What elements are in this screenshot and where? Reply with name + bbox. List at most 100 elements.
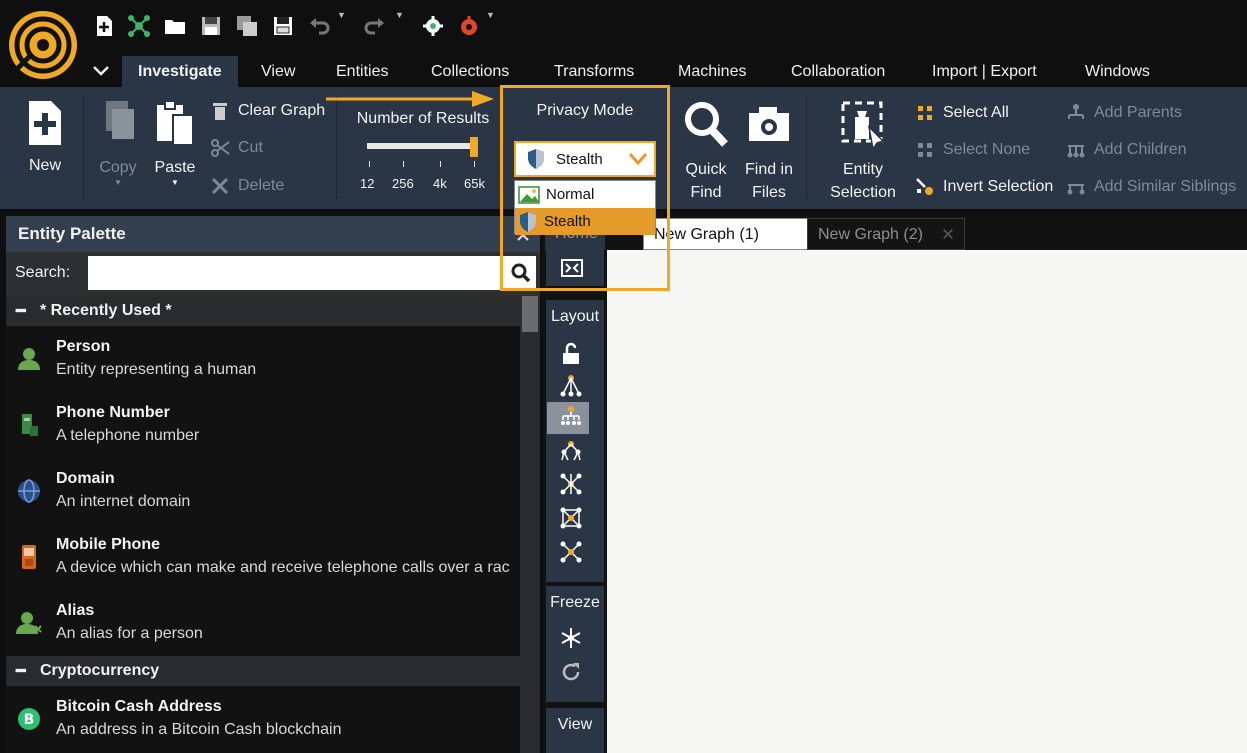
alias-icon: [16, 612, 42, 634]
tab-transforms[interactable]: Transforms: [538, 56, 650, 88]
group-cryptocurrency[interactable]: ━ Cryptocurrency: [6, 656, 520, 686]
privacy-mode-value: Stealth: [556, 150, 603, 168]
hierarchical-layout-icon[interactable]: [559, 406, 583, 430]
add-children-button[interactable]: Add Children: [1066, 140, 1187, 160]
view-label: View: [557, 716, 593, 733]
entity-name: Mobile Phone: [56, 536, 160, 553]
results-slider-thumb[interactable]: [470, 137, 478, 157]
interactive-organic-icon[interactable]: [559, 540, 583, 564]
circular-layout-icon[interactable]: [559, 506, 583, 530]
list-item[interactable]: Phone Number A telephone number: [6, 392, 520, 458]
phone-icon: [22, 414, 38, 436]
tab-windows[interactable]: Windows: [1069, 56, 1166, 88]
save-icon[interactable]: [199, 14, 223, 38]
entity-description: Entity representing a human: [56, 361, 257, 378]
undo-icon[interactable]: [307, 14, 331, 38]
privacy-mode-label: Privacy Mode: [536, 102, 634, 119]
select-none-button[interactable]: Select None: [915, 140, 1030, 160]
bitcoin-cash-icon: B: [18, 708, 40, 730]
number-of-results-label: Number of Results: [356, 110, 490, 127]
network-icon[interactable]: [127, 14, 151, 38]
new-button[interactable]: New: [22, 99, 68, 177]
invert-selection-button[interactable]: Invert Selection: [915, 177, 1053, 197]
entity-name: Bitcoin Cash Address: [56, 698, 222, 715]
new-icon: [29, 101, 61, 145]
list-item[interactable]: B Bitcoin Cash Address An address in a B…: [6, 686, 520, 752]
mobile-phone-icon: [22, 545, 36, 569]
privacy-option-normal[interactable]: Normal: [515, 181, 655, 208]
new-graph-icon[interactable]: [92, 14, 116, 38]
cut-button[interactable]: Cut: [210, 138, 263, 158]
annotation-arrow: [326, 91, 494, 107]
privacy-option-stealth[interactable]: Stealth: [515, 208, 655, 235]
quick-find-button[interactable]: Quick Find: [680, 99, 732, 204]
open-folder-icon[interactable]: [163, 14, 187, 38]
list-item[interactable]: Domain An internet domain: [6, 458, 520, 524]
select-none-label: Select None: [943, 141, 1031, 158]
debug-icon[interactable]: [457, 14, 481, 38]
add-siblings-icon: [1067, 184, 1085, 195]
tab-collections[interactable]: Collections: [415, 56, 525, 88]
search-input[interactable]: [88, 256, 506, 290]
close-icon[interactable]: [942, 228, 954, 240]
search-icon: [511, 263, 531, 283]
block-layout-icon[interactable]: [559, 374, 583, 398]
zoom-fit-icon[interactable]: [560, 256, 584, 280]
privacy-mode-select[interactable]: Stealth: [514, 141, 656, 177]
delete-button[interactable]: Delete: [210, 176, 284, 196]
results-tick-65k: 65k: [464, 176, 485, 191]
copy-button[interactable]: Copy ▼: [95, 99, 141, 187]
add-similar-siblings-button[interactable]: Add Similar Siblings: [1066, 177, 1236, 197]
tab-investigate[interactable]: Investigate: [122, 56, 238, 88]
organic-layout-icon[interactable]: [559, 472, 583, 496]
paste-button[interactable]: Paste ▼: [152, 99, 198, 187]
freeze-label: Freeze: [550, 594, 600, 611]
add-children-label: Add Children: [1094, 141, 1187, 158]
search-button[interactable]: [506, 256, 536, 290]
tab-view[interactable]: View: [245, 56, 311, 88]
unlock-icon[interactable]: [559, 342, 583, 366]
invert-selection-label: Invert Selection: [943, 178, 1054, 195]
group-recently-used[interactable]: ━ * Recently Used *: [6, 296, 520, 326]
list-item[interactable]: Person Entity representing a human: [6, 326, 520, 392]
scrollbar-thumb[interactable]: [522, 296, 538, 332]
clear-graph-button[interactable]: Clear Graph: [210, 101, 325, 121]
chevron-down-icon[interactable]: [90, 60, 112, 82]
new-label: New: [28, 157, 61, 174]
view-section: View: [546, 708, 604, 753]
refresh-icon[interactable]: [559, 660, 583, 684]
search-label: Search:: [15, 264, 71, 281]
settings-icon[interactable]: [421, 14, 445, 38]
results-tick-4k: 4k: [433, 176, 447, 191]
results-tick-256: 256: [392, 176, 414, 191]
select-all-button[interactable]: Select All: [915, 103, 1009, 123]
chevron-down-icon[interactable]: [628, 151, 648, 167]
entity-palette: Entity Palette Search: ━ * Recently Used …: [6, 216, 540, 753]
graph-canvas[interactable]: [607, 250, 1247, 753]
centrality-layout-icon[interactable]: [559, 440, 583, 464]
tab-entities[interactable]: Entities: [320, 56, 404, 88]
tab-collaboration[interactable]: Collaboration: [775, 56, 901, 88]
snowflake-icon[interactable]: [559, 626, 583, 650]
entity-selection-label-2: Selection: [830, 184, 896, 201]
ribbon-tabs: Investigate View Entities Collections Tr…: [90, 56, 1247, 88]
palette-title: Entity Palette: [18, 224, 126, 243]
find-in-files-button[interactable]: Find in Files: [740, 99, 798, 204]
copy-label: Copy: [99, 159, 137, 176]
domain-icon: [18, 479, 40, 503]
save-disk-icon[interactable]: [271, 14, 295, 38]
tab-import-export[interactable]: Import | Export: [916, 56, 1053, 88]
list-item[interactable]: Alias An alias for a person: [6, 590, 520, 656]
tab-new-graph-2[interactable]: New Graph (2): [807, 218, 965, 250]
graph-tabs: Home New Graph (1) New Graph (2): [545, 216, 1247, 250]
list-item[interactable]: Mobile Phone A device which can make and…: [6, 524, 520, 590]
entity-selection-button[interactable]: Entity Selection: [826, 99, 900, 204]
entity-name: Phone Number: [56, 404, 170, 421]
add-parents-button[interactable]: Add Parents: [1066, 103, 1182, 123]
tab-machines[interactable]: Machines: [662, 56, 762, 88]
redo-icon[interactable]: [363, 14, 387, 38]
cut-label: Cut: [238, 139, 263, 156]
palette-scrollbar[interactable]: [520, 296, 540, 753]
save-as-icon[interactable]: [235, 14, 259, 38]
results-slider-track[interactable]: [367, 143, 475, 149]
